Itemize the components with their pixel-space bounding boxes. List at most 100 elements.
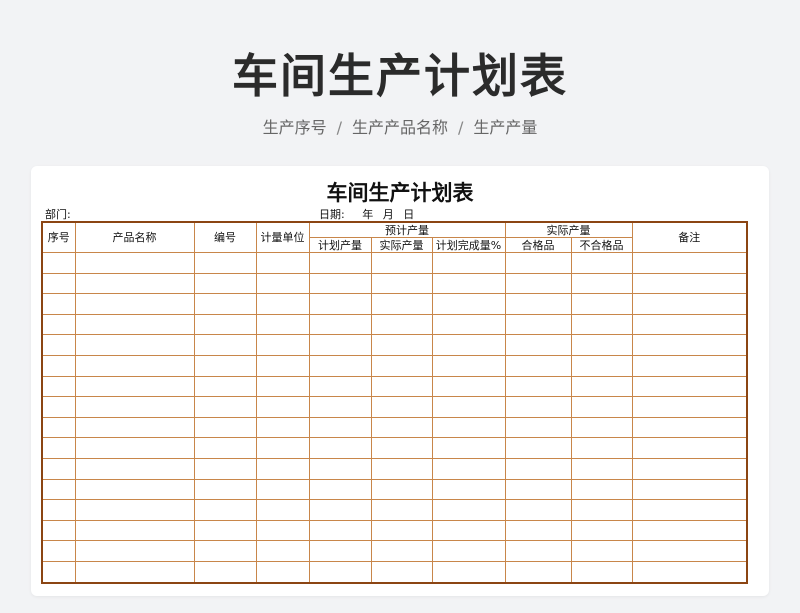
table-cell (74, 375, 195, 398)
table-cell (431, 560, 506, 584)
table-cell (41, 375, 76, 398)
table-cell (370, 499, 433, 521)
table-cell (193, 354, 257, 377)
table-cell (570, 354, 633, 377)
table-cell (255, 457, 310, 480)
date-field: 日期: 年 月 日 (319, 206, 414, 222)
table-cell (504, 375, 572, 398)
table-cell (74, 519, 195, 542)
table-cell (193, 457, 257, 480)
table-cell (255, 416, 310, 439)
table-cell (370, 334, 433, 356)
table-cell (308, 540, 372, 562)
table-cell (631, 560, 748, 584)
table-cell (370, 354, 433, 377)
table-cell (255, 354, 310, 377)
table-row (41, 313, 748, 336)
table-cell (504, 519, 572, 542)
table-row (41, 252, 748, 274)
table-cell (504, 437, 572, 459)
table-row (41, 499, 748, 521)
table-cell (431, 478, 506, 501)
table-row (41, 457, 748, 480)
table-cell (370, 396, 433, 418)
table-cell (504, 540, 572, 562)
table-cell (370, 519, 433, 542)
table-cell (193, 560, 257, 584)
table-row (41, 272, 748, 295)
table-cell (431, 375, 506, 398)
table-cell (193, 375, 257, 398)
table-cell (255, 396, 310, 418)
table-cell (570, 293, 633, 315)
table-cell (41, 313, 76, 336)
header-product-name: 产品名称 (74, 221, 195, 253)
table-cell (631, 540, 748, 562)
table-cell (41, 354, 76, 377)
table-cell (308, 396, 372, 418)
table-cell (504, 252, 572, 274)
table-cell (308, 354, 372, 377)
subtitle-item: 生产产量 (473, 118, 538, 137)
table-cell (255, 252, 310, 274)
table-cell (431, 334, 506, 356)
table-cell (631, 396, 748, 418)
table-cell (74, 293, 195, 315)
table-cell (504, 354, 572, 377)
table-cell (631, 313, 748, 336)
table-cell (193, 272, 257, 295)
table-cell (41, 478, 76, 501)
table-cell (370, 437, 433, 459)
table-cell (504, 478, 572, 501)
table-cell (370, 540, 433, 562)
table-cell (255, 375, 310, 398)
table-cell (370, 272, 433, 295)
table-cell (74, 334, 195, 356)
table-cell (631, 354, 748, 377)
table-cell (308, 293, 372, 315)
table-cell (570, 519, 633, 542)
table-cell (193, 252, 257, 274)
table-row (41, 540, 748, 562)
table-cell (570, 396, 633, 418)
table-cell (570, 457, 633, 480)
table-cell (504, 293, 572, 315)
table-cell (631, 437, 748, 459)
sheet-title: 车间生产计划表 (326, 181, 474, 205)
table-cell (370, 293, 433, 315)
table-cell (308, 334, 372, 356)
table-cell (570, 375, 633, 398)
department-label: 部门: (45, 208, 71, 221)
table-cell (308, 478, 372, 501)
table-cell (74, 457, 195, 480)
table-cell (255, 499, 310, 521)
table-cell (370, 313, 433, 336)
table-cell (193, 293, 257, 315)
table-cell (74, 540, 195, 562)
table-cell (193, 540, 257, 562)
subtitle-separator: / (458, 118, 464, 137)
table-cell (255, 313, 310, 336)
table-cell (308, 252, 372, 274)
header-actual-group: 实际产量 (504, 221, 633, 238)
header-unit: 计量单位 (255, 221, 310, 253)
spreadsheet-preview-card: 车间生产计划表 部门: 日期: 年 月 日 序号 产品名称 编号 计量单位 预计… (31, 166, 769, 596)
date-label: 日期: (319, 208, 345, 221)
table-cell (41, 272, 76, 295)
table-cell (255, 334, 310, 356)
table-cell (631, 272, 748, 295)
table-cell (631, 375, 748, 398)
table-cell (431, 313, 506, 336)
table-cell (41, 560, 76, 584)
header-qualified: 合格品 (504, 237, 572, 253)
table-cell (570, 334, 633, 356)
table-cell (504, 396, 572, 418)
table-cell (504, 457, 572, 480)
table-cell (74, 354, 195, 377)
date-year: 年 (362, 208, 374, 221)
table-cell (255, 293, 310, 315)
table-cell (41, 396, 76, 418)
table-cell (74, 416, 195, 439)
table-row (41, 478, 748, 501)
table-cell (370, 252, 433, 274)
